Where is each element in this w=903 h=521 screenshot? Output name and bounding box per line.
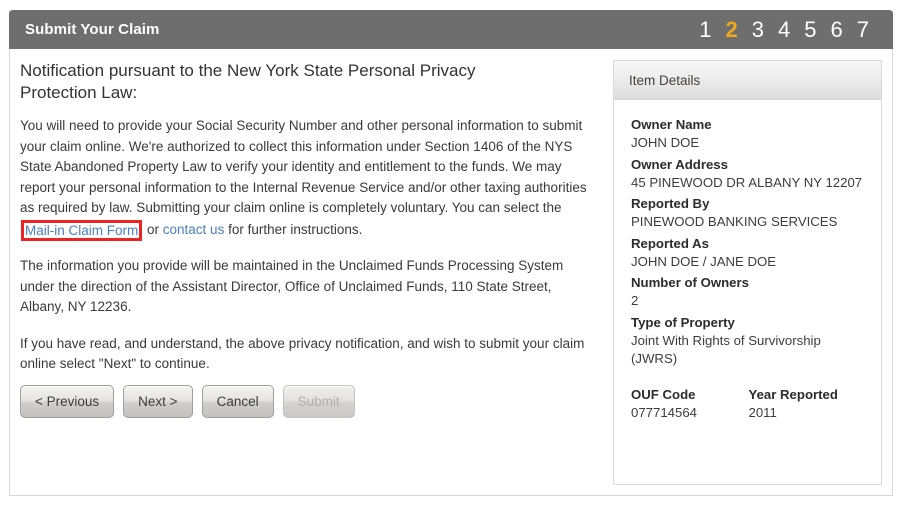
item-details-title: Item Details (629, 72, 701, 88)
field-label: OUF Code (631, 386, 696, 402)
step-2-active[interactable]: 2 (719, 18, 745, 41)
field-year-reported: Year Reported 2011 (749, 385, 867, 425)
field-owner-name: Owner Name JOHN DOE (631, 115, 866, 153)
field-label: Reported By (631, 196, 710, 211)
field-type-of-property: Type of Property Joint With Rights of Su… (631, 313, 866, 369)
field-value: 2011 (748, 404, 777, 420)
field-label: Type of Property (631, 314, 735, 330)
step-1[interactable]: 1 (692, 18, 718, 41)
field-label: Reported As (631, 235, 709, 251)
submit-button: Submit (282, 385, 355, 418)
field-value: JOHN DOE / JANE DOE (631, 253, 777, 269)
field-label: Number of Owners (631, 275, 749, 290)
field-value: 45 PINEWOOD DR ALBANY NY 12207 (631, 174, 863, 190)
field-value: PINEWOOD BANKING SERVICES (631, 214, 838, 229)
field-label: Owner Address (631, 156, 728, 172)
mail-in-claim-form-annotation: Mail-in Claim Form (21, 219, 143, 241)
body-area: Notification pursuant to the New York St… (10, 50, 892, 495)
notice-paragraph-1-text-after: for further instructions. (224, 221, 363, 237)
item-details-body: Owner Name JOHN DOE Owner Address 45 PIN… (614, 100, 881, 424)
privacy-notice-content: Notification pursuant to the New York St… (20, 60, 605, 375)
claim-header-bar: Submit Your Claim 1 2 3 4 5 6 7 (9, 10, 893, 49)
step-4[interactable]: 4 (771, 18, 797, 41)
form-action-buttons: < Previous Next > Cancel Submit (20, 385, 355, 418)
notice-heading: Notification pursuant to the New York St… (20, 61, 476, 102)
step-7[interactable]: 7 (850, 18, 876, 41)
next-button[interactable]: Next > (123, 385, 193, 418)
notice-paragraph-3: If you have read, and understand, the ab… (20, 335, 585, 372)
field-label: Year Reported (748, 386, 838, 402)
mail-in-claim-form-link[interactable]: Mail-in Claim Form (25, 223, 138, 238)
field-label: Owner Name (631, 117, 712, 132)
cancel-button[interactable]: Cancel (201, 385, 274, 418)
page-title: Submit Your Claim (25, 21, 160, 38)
item-details-panel: Item Details Owner Name JOHN DOE Owner A… (613, 60, 882, 485)
field-reported-as: Reported As JOHN DOE / JANE DOE (631, 234, 866, 272)
field-owner-address: Owner Address 45 PINEWOOD DR ALBANY NY 1… (631, 155, 866, 193)
step-5[interactable]: 5 (797, 18, 823, 41)
step-6[interactable]: 6 (824, 18, 850, 41)
notice-paragraph-1: You will need to provide your Social Sec… (20, 116, 595, 241)
field-value: JOHN DOE (631, 135, 700, 150)
field-value: 077714564 (631, 404, 698, 420)
field-ouf-code: OUF Code 077714564 (631, 385, 749, 425)
notice-paragraph-1-text-before: You will need to provide your Social Sec… (20, 118, 587, 215)
previous-button[interactable]: < Previous (20, 385, 115, 418)
field-reported-by: Reported By PINEWOOD BANKING SERVICES (631, 194, 866, 232)
item-details-header: Item Details (614, 61, 881, 100)
notice-paragraph-2: The information you provide will be main… (20, 258, 564, 314)
step-indicator: 1 2 3 4 5 6 7 (692, 18, 876, 41)
field-number-of-owners: Number of Owners 2 (631, 273, 866, 311)
page-root: Submit Your Claim 1 2 3 4 5 6 7 Notifica… (0, 0, 903, 521)
field-value: Joint With Rights of Survivorship (JWRS) (631, 332, 821, 367)
contact-us-link[interactable]: contact us (163, 222, 225, 237)
field-value: 2 (631, 293, 639, 308)
notice-paragraph-1-text-between: or (143, 221, 163, 237)
step-3[interactable]: 3 (745, 18, 771, 41)
item-details-footer-row: OUF Code 077714564 Year Reported 2011 (631, 385, 866, 425)
